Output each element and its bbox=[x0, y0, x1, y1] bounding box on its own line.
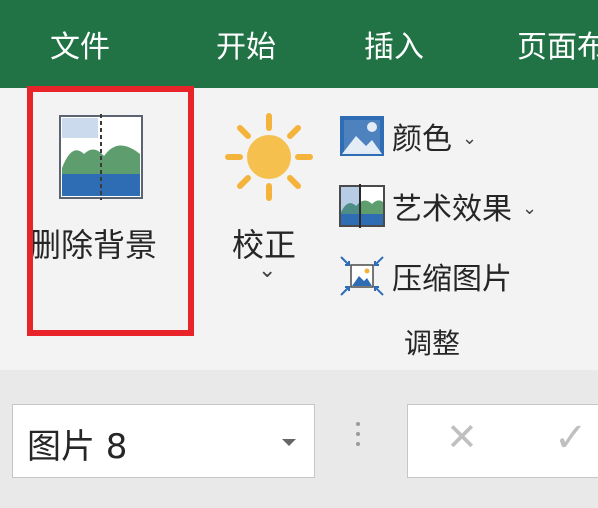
tab-insert[interactable]: 插入 bbox=[364, 26, 424, 70]
tab-page-layout[interactable]: 页面布 bbox=[517, 26, 598, 70]
color-button[interactable]: 颜色 ⌄ bbox=[338, 114, 477, 158]
resize-grip-icon[interactable] bbox=[356, 422, 360, 452]
enter-icon[interactable]: ✓ bbox=[554, 415, 588, 461]
color-dropdown-caret: ⌄ bbox=[462, 127, 478, 149]
compress-pictures-button[interactable]: 压缩图片 bbox=[338, 254, 512, 298]
tab-home[interactable]: 开始 bbox=[216, 26, 276, 70]
artistic-effects-button[interactable]: 艺术效果 ⌄ bbox=[338, 184, 537, 228]
name-box-dropdown-arrow-icon[interactable] bbox=[282, 439, 296, 446]
tab-file[interactable]: 文件 bbox=[50, 26, 110, 70]
name-box-value: 图片 8 bbox=[27, 427, 128, 467]
corrections-button[interactable]: 校正 ⌄ bbox=[220, 108, 320, 308]
artistic-effects-icon bbox=[339, 184, 385, 228]
color-picture-icon bbox=[340, 116, 384, 156]
artistic-effects-label: 艺术效果 bbox=[392, 192, 512, 227]
ribbon-tab-bar: 文件 开始 插入 页面布 bbox=[0, 0, 598, 88]
compress-pictures-icon bbox=[340, 256, 384, 296]
artistic-effects-dropdown-caret: ⌄ bbox=[522, 197, 538, 219]
adjust-group-label: 调整 bbox=[404, 327, 461, 360]
compress-pictures-label: 压缩图片 bbox=[392, 262, 512, 297]
highlight-annotation-box bbox=[27, 86, 194, 336]
color-label: 颜色 bbox=[392, 122, 452, 157]
formula-bar: 图片 8 ✕ ✓ bbox=[0, 370, 598, 508]
formula-actions-box: ✕ ✓ bbox=[407, 404, 598, 478]
sun-icon bbox=[225, 113, 313, 201]
corrections-dropdown-caret: ⌄ bbox=[258, 258, 277, 283]
name-box[interactable]: 图片 8 bbox=[12, 404, 315, 478]
cancel-icon[interactable]: ✕ bbox=[446, 415, 478, 459]
